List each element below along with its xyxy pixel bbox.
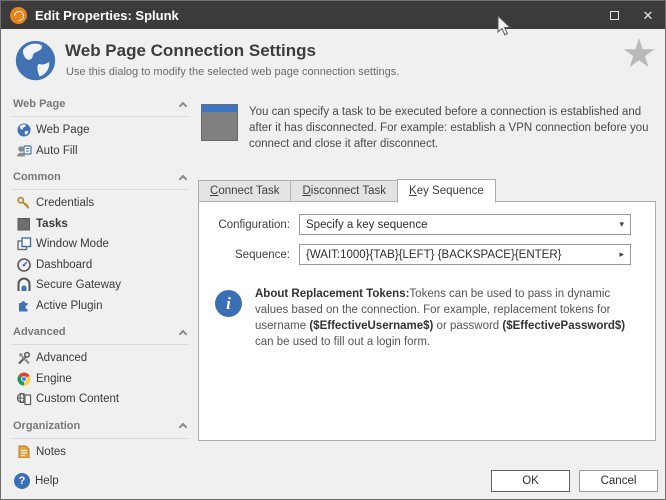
sidebar-item-active-plugin[interactable]: Active Plugin bbox=[11, 296, 189, 317]
webpage-globe-icon bbox=[13, 38, 58, 83]
tab-key-sequence[interactable]: Key Sequence bbox=[397, 179, 496, 203]
sidebar-item-label: Active Plugin bbox=[36, 300, 102, 312]
sidebar-item-tasks[interactable]: Tasks bbox=[11, 214, 189, 235]
intro-text: You can specify a task to be executed be… bbox=[249, 104, 656, 152]
sidebar-item-credentials[interactable]: Credentials bbox=[11, 193, 189, 214]
dialog-header: Web Page Connection Settings Use this di… bbox=[1, 29, 665, 95]
page-subtitle: Use this dialog to modify the selected w… bbox=[66, 66, 399, 78]
chevron-up-icon bbox=[179, 423, 187, 431]
favorite-star-icon[interactable]: ★ bbox=[621, 34, 657, 74]
configuration-select[interactable]: Specify a key sequence ▾ bbox=[299, 214, 631, 235]
divider bbox=[11, 116, 189, 117]
sidebar-item-auto-fill[interactable]: Auto Fill bbox=[11, 141, 189, 162]
sidebar: Web Page Web Page Auto Fill Common bbox=[11, 97, 189, 458]
dashboard-icon bbox=[16, 257, 32, 273]
sidebar-item-window-mode[interactable]: Window Mode bbox=[11, 234, 189, 255]
help-button[interactable]: ? Help bbox=[14, 473, 59, 489]
help-label: Help bbox=[35, 475, 59, 487]
tools-icon bbox=[16, 350, 32, 366]
edit-properties-dialog: Edit Properties: Splunk ✕ Web Page Conne… bbox=[0, 0, 666, 500]
replacement-tokens-info: i About Replacement Tokens:Tokens can be… bbox=[215, 286, 631, 350]
puzzle-icon bbox=[16, 298, 32, 314]
tab-bar: Connect Task Disconnect Task Key Sequenc… bbox=[198, 179, 496, 203]
autofill-icon bbox=[16, 143, 32, 159]
sidebar-item-label: Auto Fill bbox=[36, 145, 78, 157]
window-title: Edit Properties: Splunk bbox=[35, 8, 179, 23]
cancel-button[interactable]: Cancel bbox=[579, 470, 658, 492]
sequence-field: ▸ bbox=[299, 244, 631, 265]
tasks-icon bbox=[16, 216, 32, 232]
divider bbox=[11, 438, 189, 439]
sidebar-item-notes[interactable]: Notes bbox=[11, 442, 189, 459]
maximize-icon bbox=[610, 11, 619, 20]
sidebar-item-label: Web Page bbox=[36, 124, 90, 136]
sidebar-item-label: Secure Gateway bbox=[36, 279, 121, 291]
globe-icon bbox=[16, 122, 32, 138]
notes-icon bbox=[16, 444, 32, 458]
username-token: ($EffectiveUsername$) bbox=[309, 320, 433, 332]
sidebar-item-label: Custom Content bbox=[36, 393, 119, 405]
titlebar: Edit Properties: Splunk ✕ bbox=[1, 1, 665, 29]
sidebar-item-label: Dashboard bbox=[36, 259, 92, 271]
task-window-icon bbox=[201, 104, 238, 141]
info-heading: About Replacement Tokens: bbox=[255, 288, 409, 300]
configuration-value: Specify a key sequence bbox=[306, 219, 615, 231]
custom-content-icon bbox=[16, 391, 32, 407]
password-token: ($EffectivePassword$) bbox=[502, 320, 625, 332]
sidebar-item-label: Credentials bbox=[36, 197, 94, 209]
sidebar-item-label: Engine bbox=[36, 373, 72, 385]
divider bbox=[11, 189, 189, 190]
sidebar-section-common[interactable]: Common bbox=[11, 170, 189, 184]
maximize-button[interactable] bbox=[597, 1, 631, 29]
sidebar-item-advanced[interactable]: Advanced bbox=[11, 348, 189, 369]
sidebar-item-secure-gateway[interactable]: Secure Gateway bbox=[11, 275, 189, 296]
sequence-input[interactable] bbox=[306, 249, 615, 261]
sidebar-item-label: Advanced bbox=[36, 352, 87, 364]
app-icon bbox=[10, 7, 27, 24]
sidebar-section-organization[interactable]: Organization bbox=[11, 419, 189, 433]
sequence-label: Sequence: bbox=[199, 249, 299, 261]
sidebar-item-web-page[interactable]: Web Page bbox=[11, 120, 189, 141]
chevron-down-icon: ▾ bbox=[619, 219, 624, 230]
key-sequence-panel: Configuration: Specify a key sequence ▾ … bbox=[198, 201, 656, 441]
key-icon bbox=[16, 195, 32, 211]
ok-button[interactable]: OK bbox=[491, 470, 570, 492]
token-menu-arrow-icon[interactable]: ▸ bbox=[619, 249, 624, 260]
main-content: You can specify a task to be executed be… bbox=[198, 97, 656, 152]
close-button[interactable]: ✕ bbox=[631, 1, 665, 29]
chrome-icon bbox=[16, 371, 32, 387]
info-text: About Replacement Tokens:Tokens can be u… bbox=[255, 286, 631, 350]
configuration-label: Configuration: bbox=[199, 219, 299, 231]
sidebar-item-label: Window Mode bbox=[36, 238, 109, 250]
secure-gateway-icon bbox=[16, 277, 32, 293]
tab-connect-task[interactable]: Connect Task bbox=[198, 180, 290, 202]
help-icon: ? bbox=[14, 473, 30, 489]
sidebar-item-engine[interactable]: Engine bbox=[11, 369, 189, 390]
tab-disconnect-task[interactable]: Disconnect Task bbox=[290, 180, 397, 202]
chevron-up-icon bbox=[179, 174, 187, 182]
info-icon: i bbox=[215, 290, 242, 317]
sidebar-section-advanced[interactable]: Advanced bbox=[11, 325, 189, 339]
chevron-up-icon bbox=[179, 329, 187, 337]
divider bbox=[11, 344, 189, 345]
mouse-cursor bbox=[497, 15, 513, 37]
sidebar-section-web-page[interactable]: Web Page bbox=[11, 97, 189, 111]
sidebar-item-label: Tasks bbox=[36, 218, 68, 230]
sidebar-item-custom-content[interactable]: Custom Content bbox=[11, 389, 189, 410]
page-title: Web Page Connection Settings bbox=[65, 41, 316, 61]
window-mode-icon bbox=[16, 236, 32, 252]
sidebar-item-dashboard[interactable]: Dashboard bbox=[11, 255, 189, 276]
sidebar-item-label: Notes bbox=[36, 446, 66, 458]
chevron-up-icon bbox=[179, 101, 187, 109]
